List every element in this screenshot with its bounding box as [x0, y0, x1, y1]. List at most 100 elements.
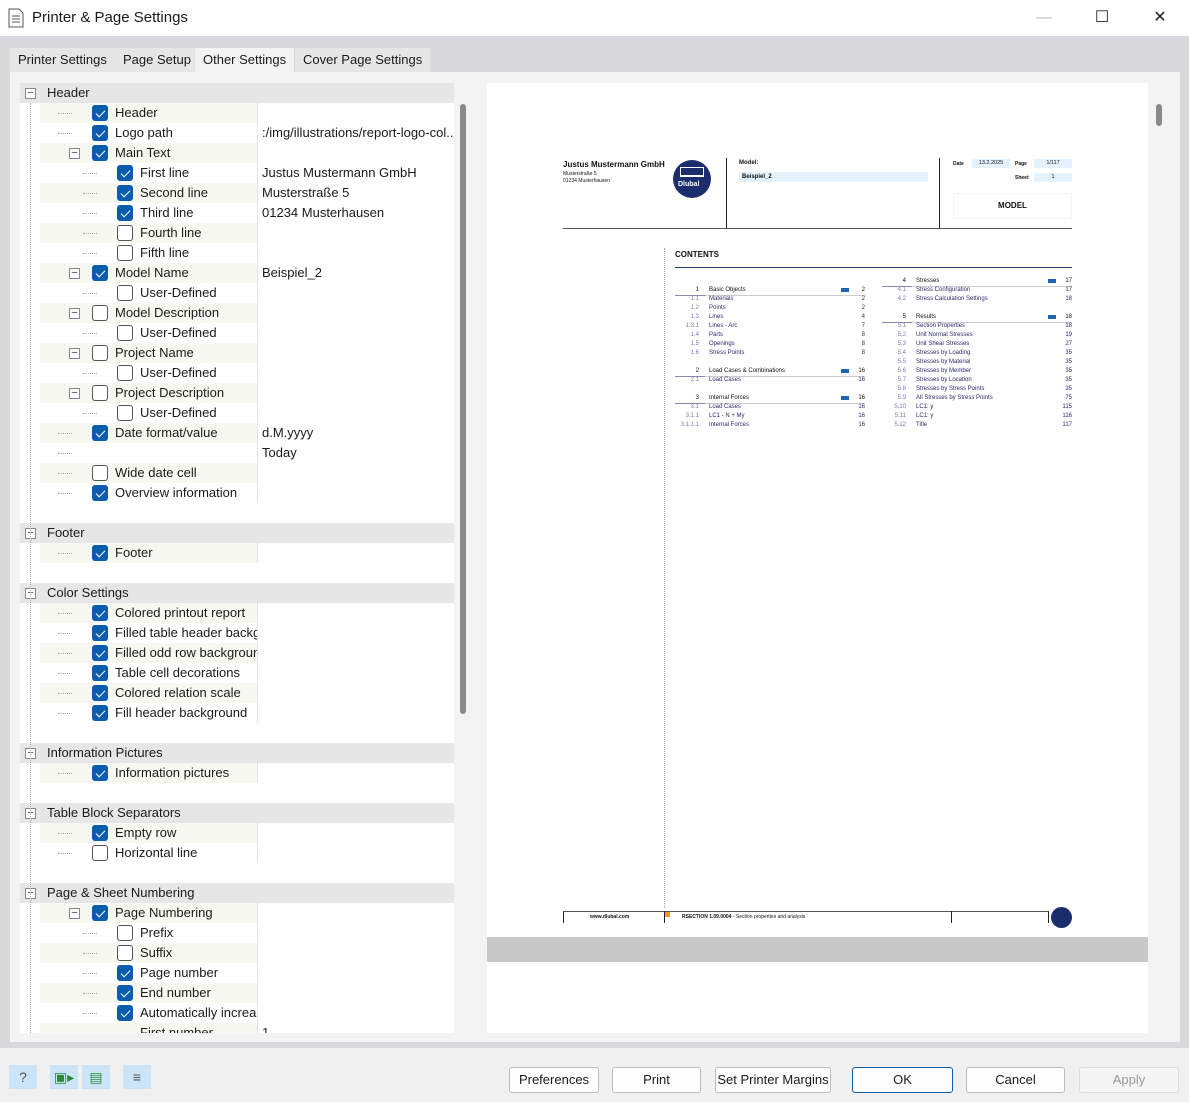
item-label: Logo path: [115, 125, 173, 140]
checkbox[interactable]: [117, 285, 133, 301]
collapse-icon[interactable]: −: [69, 308, 80, 319]
item-value[interactable]: Beispiel_2: [257, 263, 454, 283]
checkbox[interactable]: [117, 985, 133, 1001]
checkbox[interactable]: [117, 945, 133, 961]
checkbox[interactable]: [92, 645, 108, 661]
checkbox[interactable]: [92, 545, 108, 561]
checkbox[interactable]: [117, 965, 133, 981]
group-label: Color Settings: [47, 585, 129, 600]
checkbox[interactable]: [92, 425, 108, 441]
item-value[interactable]: Justus Mustermann GmbH: [257, 163, 454, 183]
checkbox[interactable]: [92, 905, 108, 921]
checkbox[interactable]: [117, 185, 133, 201]
maximize-button[interactable]: ☐: [1079, 4, 1125, 32]
item-label: Fifth line: [140, 245, 190, 260]
collapse-icon[interactable]: −: [69, 348, 80, 359]
checkbox[interactable]: [92, 705, 108, 721]
tab-page-setup[interactable]: Page Setup: [115, 48, 199, 72]
checkbox[interactable]: [92, 825, 108, 841]
item-label: Footer: [115, 545, 153, 560]
title-bar: Printer & Page Settings — ☐ ✕: [0, 0, 1189, 36]
help-icon[interactable]: ?: [9, 1065, 37, 1089]
item-value[interactable]: :/img/illustrations/report-logo-col...: [257, 123, 454, 143]
checkbox[interactable]: [92, 105, 108, 121]
set-printer-margins-button[interactable]: Set Printer Margins: [715, 1067, 831, 1093]
collapse-icon[interactable]: −: [69, 148, 80, 159]
toc-entry: 5.2 Unit Normal Stresses 19: [882, 331, 1072, 340]
item-value[interactable]: Musterstraße 5: [257, 183, 454, 203]
toc-title: Stress Points: [709, 350, 745, 356]
checkbox[interactable]: [117, 365, 133, 381]
load-settings-icon[interactable]: ▣▸: [50, 1065, 78, 1089]
item-value: [257, 603, 454, 623]
checkbox[interactable]: [92, 145, 108, 161]
toc-page: 35: [1065, 386, 1072, 392]
checkbox[interactable]: [92, 665, 108, 681]
checkbox[interactable]: [117, 225, 133, 241]
item-value[interactable]: 01234 Musterhausen: [257, 203, 454, 223]
collapse-icon[interactable]: −: [69, 388, 80, 399]
checkbox[interactable]: [92, 265, 108, 281]
item-value[interactable]: 1: [257, 1023, 454, 1033]
item-value: [257, 703, 454, 723]
checkbox[interactable]: [92, 625, 108, 641]
cancel-button[interactable]: Cancel: [966, 1067, 1065, 1093]
item-value: [257, 223, 454, 243]
toc-page: 2: [861, 305, 865, 311]
checkbox[interactable]: [92, 125, 108, 141]
checkbox[interactable]: [117, 245, 133, 261]
item-value[interactable]: d.M.yyyy: [257, 423, 454, 443]
preferences-button[interactable]: Preferences: [509, 1067, 599, 1093]
database-report-icon[interactable]: ≡: [123, 1065, 151, 1089]
preview-scrollbar[interactable]: [1156, 104, 1162, 126]
tree-group: − Header: [20, 83, 454, 103]
collapse-icon[interactable]: −: [25, 88, 36, 99]
toc-page: 116: [1062, 413, 1072, 419]
checkbox[interactable]: [92, 485, 108, 501]
tree-item: Wide date cell: [20, 463, 454, 483]
item-label: Wide date cell: [115, 465, 197, 480]
tree-item: Fifth line: [20, 243, 454, 263]
checkbox[interactable]: [92, 345, 108, 361]
checkbox[interactable]: [92, 765, 108, 781]
checkbox[interactable]: [92, 845, 108, 861]
ok-button[interactable]: OK: [852, 1067, 953, 1093]
item-label: Project Description: [115, 385, 225, 400]
item-value: [257, 323, 454, 343]
minimize-button[interactable]: —: [1021, 4, 1067, 32]
item-value: [257, 963, 454, 983]
save-settings-icon[interactable]: ▤: [82, 1065, 110, 1089]
checkbox[interactable]: [117, 325, 133, 341]
collapse-icon[interactable]: −: [69, 908, 80, 919]
print-button[interactable]: Print: [612, 1067, 701, 1093]
item-label: Fourth line: [140, 225, 202, 240]
checkbox[interactable]: [92, 685, 108, 701]
checkbox[interactable]: [117, 925, 133, 941]
toc-entry: 5 Results 18: [882, 313, 1072, 323]
checkbox[interactable]: [117, 205, 133, 221]
tab-cover-page-settings[interactable]: Cover Page Settings: [295, 48, 431, 72]
checkbox[interactable]: [92, 305, 108, 321]
toc-title: Unit Normal Stresses: [916, 332, 973, 338]
toc-title: LC1 - N + My: [709, 413, 745, 419]
checkbox[interactable]: [92, 465, 108, 481]
checkbox[interactable]: [117, 1005, 133, 1021]
tab-printer-settings[interactable]: Printer Settings: [10, 48, 115, 72]
item-value: [257, 643, 454, 663]
toc-number: 1.1: [690, 296, 699, 302]
checkbox[interactable]: [117, 405, 133, 421]
item-value[interactable]: Today: [257, 443, 454, 463]
checkbox[interactable]: [92, 605, 108, 621]
checkbox[interactable]: [117, 165, 133, 181]
close-button[interactable]: ✕: [1137, 4, 1183, 32]
tab-other-settings[interactable]: Other Settings: [195, 48, 295, 72]
divider: [951, 911, 952, 923]
tree-scrollbar[interactable]: [460, 104, 466, 714]
apply-button[interactable]: Apply: [1079, 1067, 1179, 1093]
collapse-icon[interactable]: −: [69, 268, 80, 279]
item-label: Date format/value: [115, 425, 218, 440]
toc-number: 5.7: [897, 377, 906, 383]
checkbox[interactable]: [92, 385, 108, 401]
item-value[interactable]: [257, 923, 454, 943]
